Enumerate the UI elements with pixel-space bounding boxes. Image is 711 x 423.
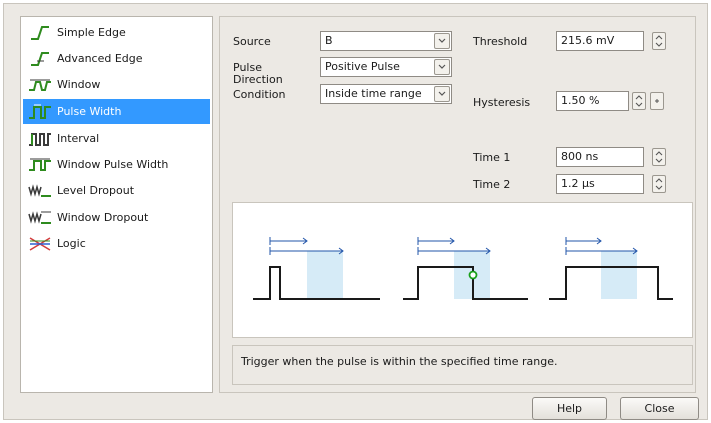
time2-value: 1.2 µs xyxy=(561,177,595,190)
threshold-value: 215.6 mV xyxy=(561,34,615,47)
trigger-type-label: Window Dropout xyxy=(57,211,149,224)
trigger-type-pulse-width[interactable]: Pulse Width xyxy=(23,99,210,124)
pulse-width-icon xyxy=(28,103,52,121)
threshold-label: Threshold xyxy=(473,35,528,48)
hysteresis-value: 1.50 % xyxy=(561,94,600,107)
window-icon xyxy=(28,76,52,94)
advanced-edge-icon xyxy=(28,50,52,68)
hysteresis-stepper[interactable] xyxy=(632,92,646,110)
simple-edge-icon xyxy=(28,24,52,42)
source-select[interactable]: B xyxy=(320,31,452,51)
trigger-description: Trigger when the pulse is within the spe… xyxy=(232,345,693,385)
time2-input[interactable]: 1.2 µs xyxy=(556,174,644,194)
trigger-type-label: Interval xyxy=(57,132,100,145)
trigger-type-logic[interactable]: Logic xyxy=(23,231,210,256)
pulse-direction-select[interactable]: Positive Pulse xyxy=(320,57,452,77)
hysteresis-label: Hysteresis xyxy=(473,96,531,109)
condition-label: Condition xyxy=(233,88,286,101)
close-button[interactable]: Close xyxy=(620,397,699,420)
help-button[interactable]: Help xyxy=(532,397,607,420)
trigger-type-label: Advanced Edge xyxy=(57,52,143,65)
window-dropout-icon xyxy=(28,209,52,227)
trigger-type-label: Window Pulse Width xyxy=(57,158,169,171)
trigger-type-label: Window xyxy=(57,78,101,91)
trigger-type-label: Logic xyxy=(57,237,86,250)
level-dropout-icon xyxy=(28,182,52,200)
source-label: Source xyxy=(233,35,271,48)
threshold-input[interactable]: 215.6 mV xyxy=(556,31,644,51)
source-value: B xyxy=(325,34,333,47)
pulse-direction-value: Positive Pulse xyxy=(325,60,400,73)
pulse-direction-label-line-2: Direction xyxy=(233,73,283,86)
chevron-down-icon[interactable] xyxy=(434,86,450,102)
condition-select[interactable]: Inside time range xyxy=(320,84,452,104)
trigger-type-advanced-edge[interactable]: Advanced Edge xyxy=(23,46,210,71)
timing-example-too-long xyxy=(549,237,673,300)
pulse-width-timing-diagram xyxy=(232,202,693,338)
trigger-type-window-dropout[interactable]: Window Dropout xyxy=(23,205,210,230)
time2-stepper[interactable] xyxy=(652,175,666,193)
time1-input[interactable]: 800 ns xyxy=(556,147,644,167)
trigger-type-label: Level Dropout xyxy=(57,184,135,197)
chevron-down-icon[interactable] xyxy=(434,33,450,49)
pulse-width-trigger-dialog: Simple Edge Advanced Edge Window Pulse W… xyxy=(3,3,708,420)
logic-icon xyxy=(28,235,52,253)
trigger-type-label: Pulse Width xyxy=(57,105,122,118)
chevron-down-icon[interactable] xyxy=(434,59,450,75)
hysteresis-option-button[interactable] xyxy=(650,92,664,110)
pulse-width-settings-panel: Source B Pulse Direction Positive Pulse … xyxy=(219,16,696,393)
timing-example-triggered xyxy=(403,237,528,300)
timing-example-too-short xyxy=(253,237,380,300)
trigger-type-interval[interactable]: Interval xyxy=(23,126,210,151)
trigger-type-window[interactable]: Window xyxy=(23,72,210,97)
time2-label: Time 2 xyxy=(473,178,511,191)
trigger-description-text: Trigger when the pulse is within the spe… xyxy=(241,355,558,368)
window-pulse-width-icon xyxy=(28,156,52,174)
trigger-type-list[interactable]: Simple Edge Advanced Edge Window Pulse W… xyxy=(20,16,213,393)
timing-diagram-graphic xyxy=(253,237,673,300)
trigger-type-window-pulse-width[interactable]: Window Pulse Width xyxy=(23,152,210,177)
condition-value: Inside time range xyxy=(325,87,422,100)
trigger-type-level-dropout[interactable]: Level Dropout xyxy=(23,178,210,203)
threshold-stepper[interactable] xyxy=(652,32,666,50)
hysteresis-input[interactable]: 1.50 % xyxy=(556,91,629,111)
trigger-type-simple-edge[interactable]: Simple Edge xyxy=(23,20,210,45)
time1-value: 800 ns xyxy=(561,150,599,163)
interval-icon xyxy=(28,130,52,148)
time1-stepper[interactable] xyxy=(652,148,666,166)
trigger-type-label: Simple Edge xyxy=(57,26,126,39)
time1-label: Time 1 xyxy=(473,151,511,164)
